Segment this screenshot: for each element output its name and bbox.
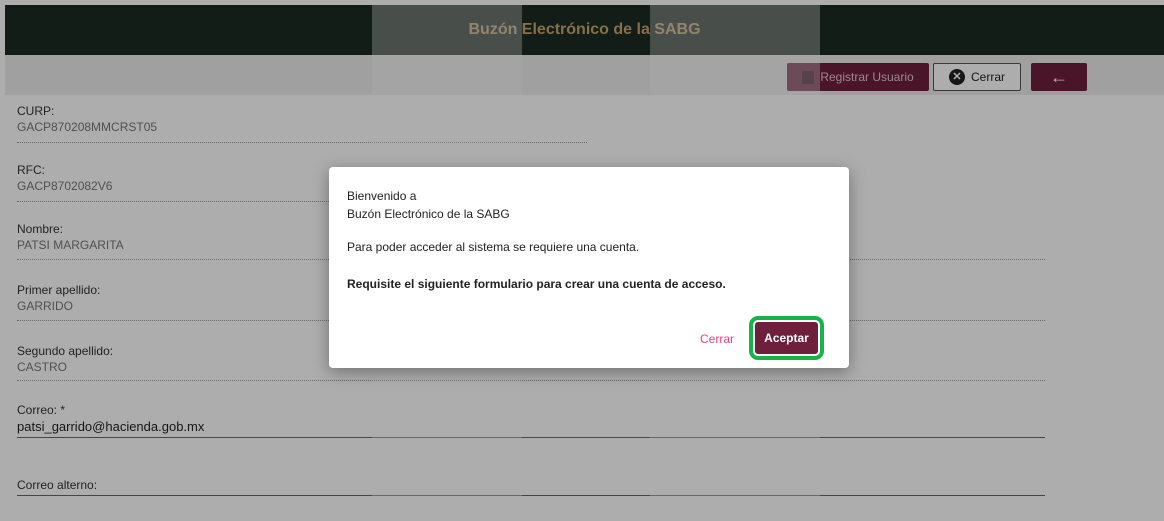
dialog-accept-button[interactable]: Aceptar (749, 316, 824, 360)
welcome-dialog: Bienvenido a Buzón Electrónico de la SAB… (329, 167, 849, 368)
dialog-app-name: Buzón Electrónico de la SABG (347, 207, 510, 221)
dialog-instruction: Requisite el siguiente formulario para c… (347, 277, 726, 291)
dialog-close-button[interactable]: Cerrar (700, 332, 734, 346)
dialog-welcome-line: Bienvenido a (347, 189, 417, 203)
dialog-message: Para poder acceder al sistema se requier… (347, 240, 640, 254)
